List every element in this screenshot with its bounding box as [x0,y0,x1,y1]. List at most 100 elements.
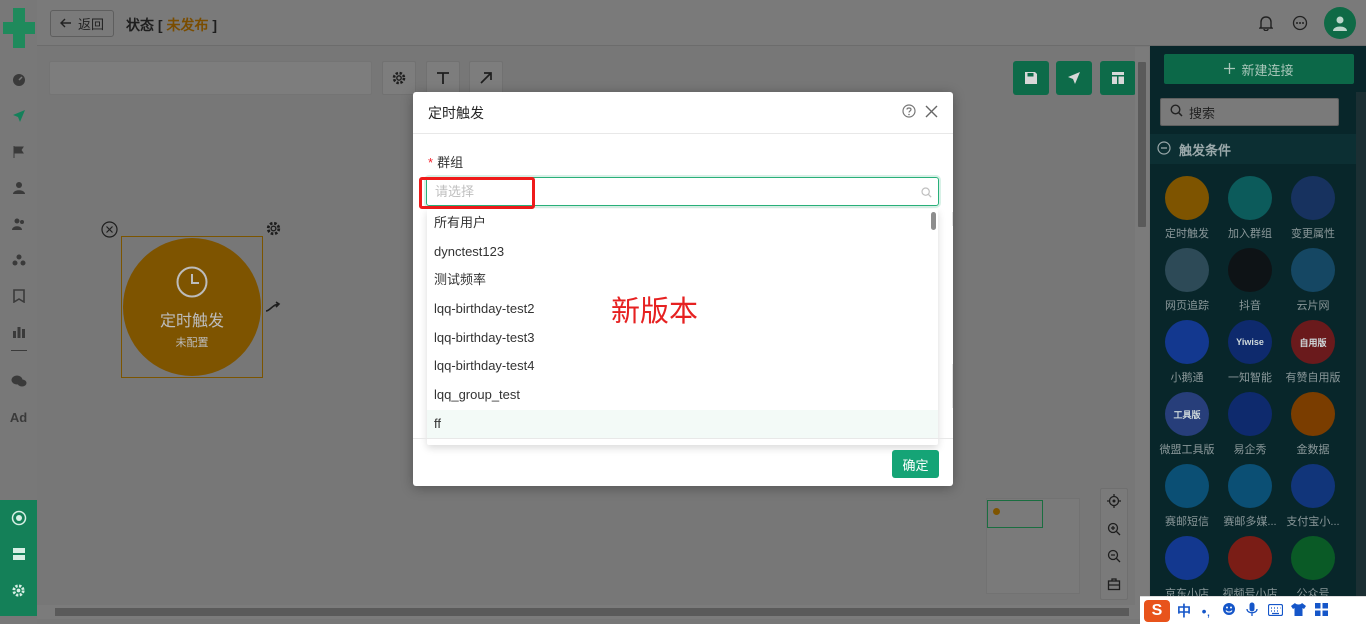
canvas-arrow-button[interactable] [469,61,503,95]
horizontal-scroll-thumb[interactable] [55,608,1129,616]
locate-icon[interactable] [1107,494,1121,511]
group-option[interactable]: lqq_group_test [427,381,938,410]
canvas-text-button[interactable] [426,61,460,95]
node-gear-icon[interactable] [265,220,282,240]
top-header: 返回 状态 [ 未发布 ] [37,0,1366,46]
submail-icon [1165,464,1209,508]
collapse-icon[interactable] [1157,140,1171,158]
group-option[interactable]: lqq-birthday-test4 [427,352,938,381]
emoji-icon[interactable] [1221,602,1237,619]
section-trigger-conditions[interactable]: 触发条件 [1150,134,1366,164]
trigger-item[interactable]: 金数据 [1280,392,1346,457]
save-button[interactable] [1013,61,1049,95]
required-mark: * [428,155,434,170]
nav-network-icon[interactable] [0,500,37,536]
ime-punct[interactable]: •, [1198,603,1214,619]
group-option[interactable]: dynctest123 [427,238,938,267]
layout-button[interactable] [1100,61,1136,95]
fit-view-icon[interactable] [1107,577,1121,594]
trigger-label: 金数据 [1296,444,1330,456]
trigger-item[interactable]: 加入群组 [1217,176,1283,241]
trigger-item[interactable]: 网页追踪 [1154,248,1220,313]
nav-ad-icon[interactable]: Ad [0,399,37,435]
bell-icon[interactable] [1256,13,1276,33]
ime-mode[interactable]: 中 [1177,601,1191,621]
confirm-button[interactable]: 确定 [892,450,939,478]
trigger-item[interactable]: 支付宝小... [1280,464,1346,529]
user-avatar[interactable] [1324,7,1356,39]
trigger-item[interactable]: 变更属性 [1280,176,1346,241]
trigger-item[interactable]: 云片网 [1280,248,1346,313]
nav-dashboard-icon[interactable] [0,62,37,98]
nav-bookmark-icon[interactable] [0,278,37,314]
vertical-scroll-thumb[interactable] [1138,62,1146,227]
nav-send-icon[interactable] [0,98,37,134]
help-icon[interactable] [902,104,916,121]
trigger-item[interactable]: 赛邮多媒... [1217,464,1283,529]
skin-icon[interactable] [1290,602,1306,619]
zoom-controls [1100,488,1128,600]
node-delete-icon[interactable] [101,221,118,241]
youzan-icon: 自用版 [1291,320,1335,364]
search-icon [1170,104,1183,120]
new-connection-button[interactable]: 新建连接 [1164,54,1354,84]
ime-logo[interactable]: S [1144,599,1170,622]
trigger-item[interactable]: 京东小店 [1154,536,1220,601]
nav-user-icon[interactable] [0,170,37,206]
trigger-label: 一知智能 [1228,372,1272,384]
back-button[interactable]: 返回 [50,10,114,37]
minimap[interactable] [986,498,1080,594]
trigger-label: 有赞自用版 [1285,372,1341,384]
nav-wechat-icon[interactable] [0,363,37,399]
trigger-label: 支付宝小... [1286,516,1340,528]
send-icon [1068,72,1080,84]
nav-server-icon[interactable] [0,536,37,572]
trigger-item[interactable]: 公众号 [1280,536,1346,601]
trigger-item[interactable]: 自用版 有赞自用版 [1280,320,1346,385]
trigger-item[interactable]: 抖音 [1217,248,1283,313]
group-field-label: * 群组 [428,152,463,171]
canvas-search-box[interactable] [49,61,372,95]
zoom-out-icon[interactable] [1107,549,1121,566]
trigger-node[interactable]: 定时触发 未配置 [123,238,261,376]
grid-menu-icon[interactable] [1313,602,1329,619]
microphone-icon[interactable] [1244,602,1260,620]
nav-users-icon[interactable] [0,206,37,242]
panel-search-input[interactable]: 搜索 [1160,98,1339,126]
nav-settings-icon[interactable] [0,572,37,608]
trigger-label: 加入群组 [1228,228,1272,240]
trigger-item[interactable]: 易企秀 [1217,392,1283,457]
group-option[interactable]: ff [427,409,938,439]
trigger-item[interactable]: 视频号小店 [1217,536,1283,601]
keyboard-icon[interactable] [1267,603,1283,619]
zoom-in-icon[interactable] [1107,522,1121,539]
trigger-item[interactable]: 赛邮短信 [1154,464,1220,529]
gear-icon [392,71,406,85]
trigger-item[interactable]: Yiwise 一知智能 [1217,320,1283,385]
form-strip-top [938,212,953,226]
modal-title: 定时触发 [428,104,484,121]
panel-scrollbar[interactable] [1356,92,1366,624]
dropdown-scroll-thumb[interactable] [931,212,936,230]
node-library-panel: 新建连接 搜索 触发条件 定时触发 加入群组 变更属性 网页追踪 抖音 云片网小鹅通 Yiw… [1150,46,1366,624]
user-add-icon [1228,176,1272,220]
trigger-label: 云片网 [1296,300,1330,312]
publish-button[interactable] [1056,61,1092,95]
trigger-item[interactable]: 工具版 微盟工具版 [1154,392,1220,457]
canvas-vertical-scrollbar[interactable] [1135,47,1149,605]
group-option[interactable]: 所有用户 [427,209,938,238]
nav-group-icon[interactable] [0,242,37,278]
canvas-horizontal-scrollbar[interactable] [37,605,1149,619]
nav-bottom [0,500,37,616]
web-track-icon [1165,248,1209,292]
message-icon[interactable] [1290,13,1310,33]
close-icon[interactable] [925,105,938,121]
trigger-item[interactable]: 小鹅通 [1154,320,1220,385]
node-connector-icon[interactable] [265,301,281,316]
nav-flag-icon[interactable] [0,134,37,170]
canvas-settings-button[interactable] [382,61,416,95]
status-value: 未发布 [166,17,209,33]
trigger-item[interactable]: 定时触发 [1154,176,1220,241]
nav-chart-icon[interactable] [0,314,37,350]
modal-footer: 确定 [413,438,953,486]
